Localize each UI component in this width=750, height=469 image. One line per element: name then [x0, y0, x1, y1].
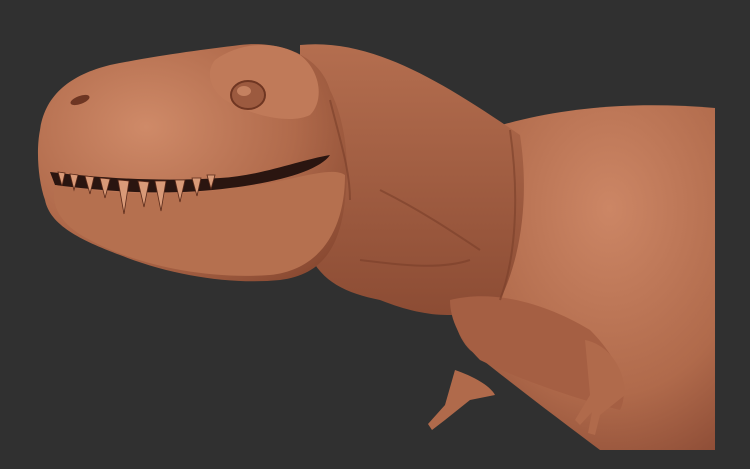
eye-highlight	[237, 86, 251, 96]
t-rex-render	[0, 0, 750, 469]
